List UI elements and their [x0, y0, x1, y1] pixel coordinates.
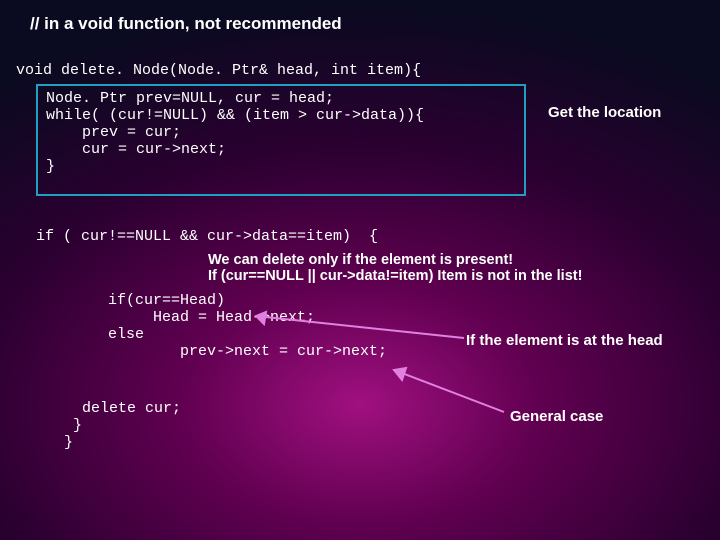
code-delete-cur: delete cur; } } — [64, 400, 181, 451]
label-get-location: Get the location — [548, 104, 661, 121]
label-element-head: If the element is at the head — [466, 332, 663, 349]
arrow-head-icon — [244, 310, 470, 346]
code-box-content: Node. Ptr prev=NULL, cur = head; while( … — [46, 90, 516, 175]
code-box-loop: Node. Ptr prev=NULL, cur = head; while( … — [36, 84, 526, 196]
annotation-present: We can delete only if the element is pre… — [208, 252, 582, 284]
slide-title: // in a void function, not recommended — [30, 14, 342, 34]
code-if-check: if ( cur!==NULL && cur->data==item) { — [36, 228, 378, 245]
func-signature: void delete. Node(Node. Ptr& head, int i… — [16, 62, 421, 79]
annotation-line1: We can delete only if the element is pre… — [208, 252, 582, 268]
label-general-case: General case — [510, 408, 603, 425]
annotation-line2: If (cur==NULL || cur->data!=item) Item i… — [208, 268, 582, 284]
arrow-general-icon — [382, 364, 512, 418]
